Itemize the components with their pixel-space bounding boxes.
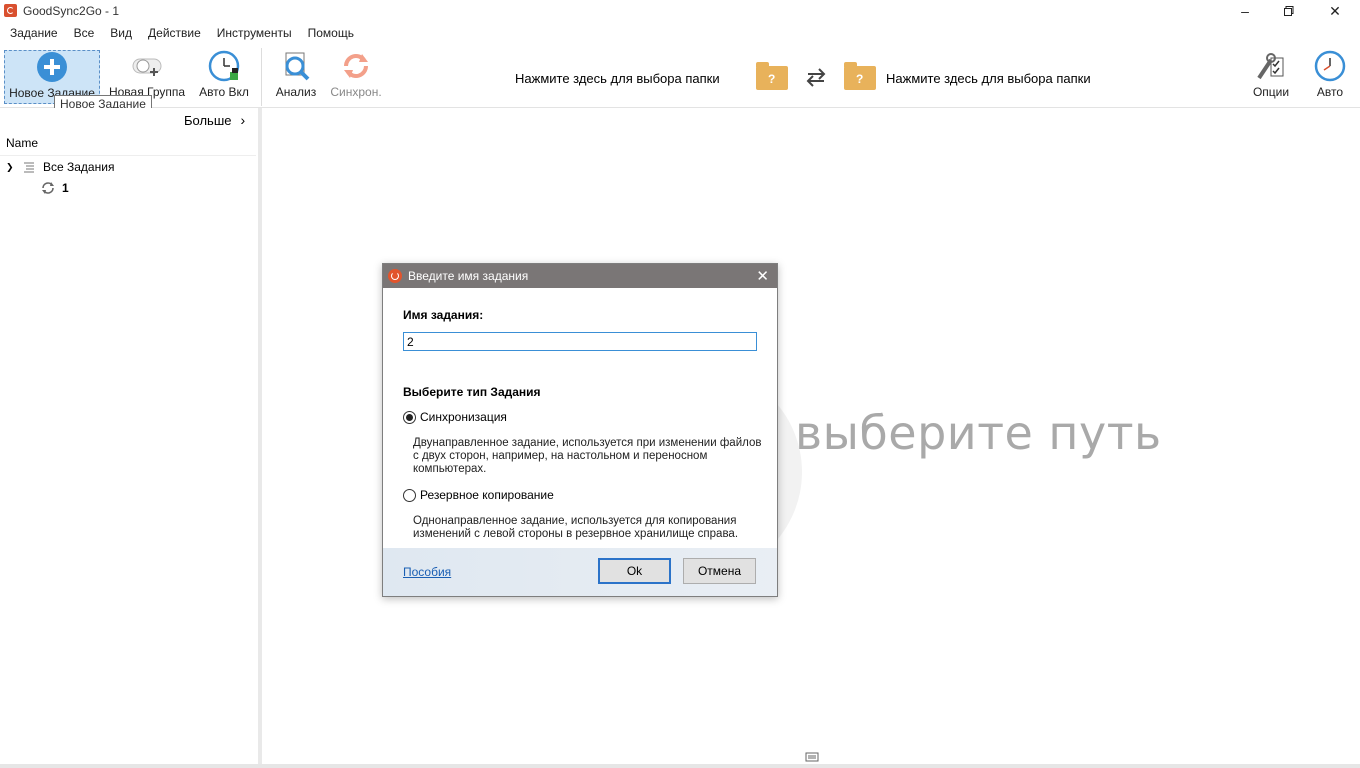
chevron-down-icon: ❯ — [6, 161, 14, 172]
swap-arrows-icon[interactable] — [805, 66, 827, 88]
restore-icon — [1284, 6, 1294, 16]
tree-item-job[interactable]: 1 — [40, 179, 69, 197]
more-button[interactable]: Больше › — [184, 112, 245, 128]
status-bar — [0, 764, 1360, 768]
goodsync-logo-icon — [388, 269, 402, 283]
sync-description: Двунаправленное задание, используется пр… — [413, 437, 762, 475]
right-folder-hint[interactable]: Нажмите здесь для выбора папки — [886, 71, 1091, 86]
window-title: GoodSync2Go - 1 — [23, 4, 120, 18]
menu-help[interactable]: Помощь — [300, 26, 362, 40]
sync-radio-option[interactable]: Синхронизация — [403, 410, 507, 424]
right-folder-icon[interactable]: ? — [844, 62, 876, 90]
menu-tools[interactable]: Инструменты — [209, 26, 300, 40]
auto-button[interactable]: Авто — [1310, 50, 1350, 104]
new-job-dialog: Введите имя задания ✕ Имя задания: Выбер… — [382, 263, 778, 597]
left-folder-hint[interactable]: Нажмите здесь для выбора папки — [515, 71, 720, 86]
close-button[interactable]: ✕ — [1312, 0, 1358, 22]
left-folder-icon[interactable]: ? — [756, 62, 788, 90]
minimize-button[interactable]: – — [1222, 0, 1268, 22]
job-type-label: Выберите тип Задания — [403, 385, 541, 399]
auto-on-button[interactable]: Авто Вкл — [194, 50, 254, 104]
menu-all[interactable]: Все — [66, 26, 103, 40]
analyze-button[interactable]: Анализ — [270, 50, 322, 104]
title-bar: GoodSync2Go - 1 – ✕ — [0, 0, 1360, 22]
sync-icon — [344, 54, 368, 78]
list-icon — [24, 162, 34, 173]
new-group-icon — [132, 58, 162, 76]
backup-description: Однонаправленное задание, используется д… — [413, 515, 739, 540]
job-name-input[interactable] — [403, 332, 757, 351]
dialog-title: Введите имя задания — [408, 269, 529, 283]
menu-action[interactable]: Действие — [140, 26, 209, 40]
menu-bar: Задание Все Вид Действие Инструменты Пом… — [0, 22, 1360, 44]
status-bar-grip-icon[interactable] — [805, 752, 819, 762]
clock-icon — [208, 50, 240, 82]
backup-radio-option[interactable]: Резервное копирование — [403, 488, 554, 502]
tools-icon — [1257, 53, 1284, 80]
jobs-panel: Больше › Name ❯ Все Задания 1 — [0, 108, 258, 764]
sync-radio[interactable] — [403, 410, 416, 424]
chevron-right-icon: › — [240, 112, 246, 128]
add-icon — [37, 52, 67, 82]
sync-job-icon — [42, 182, 54, 194]
menu-view[interactable]: Вид — [102, 26, 140, 40]
auto-clock-icon — [1314, 50, 1346, 82]
tree-item-all-jobs[interactable]: ❯ Все Задания — [6, 158, 114, 176]
restore-button[interactable] — [1266, 0, 1312, 22]
cancel-button[interactable]: Отмена — [683, 558, 756, 584]
ok-button[interactable]: Ok — [598, 558, 671, 584]
column-header-name[interactable]: Name — [0, 132, 256, 156]
toolbar-separator — [261, 48, 262, 106]
dialog-body: Имя задания: Выберите тип Задания Синхро… — [383, 288, 777, 550]
backup-radio[interactable] — [403, 488, 416, 502]
options-button[interactable]: Опции — [1248, 50, 1294, 104]
dialog-close-icon[interactable]: ✕ — [756, 267, 769, 285]
choose-path-watermark: выберите путь — [795, 406, 1162, 460]
tutorials-link[interactable]: Пособия — [403, 565, 451, 579]
job-name-label: Имя задания: — [403, 308, 484, 322]
dialog-footer: Пособия Ok Отмена — [383, 548, 777, 596]
app-icon — [4, 4, 17, 17]
dialog-title-bar: Введите имя задания ✕ — [383, 264, 777, 288]
sync-button[interactable]: Синхрон. — [326, 50, 386, 104]
analyze-icon — [285, 52, 310, 81]
menu-job[interactable]: Задание — [2, 26, 66, 40]
